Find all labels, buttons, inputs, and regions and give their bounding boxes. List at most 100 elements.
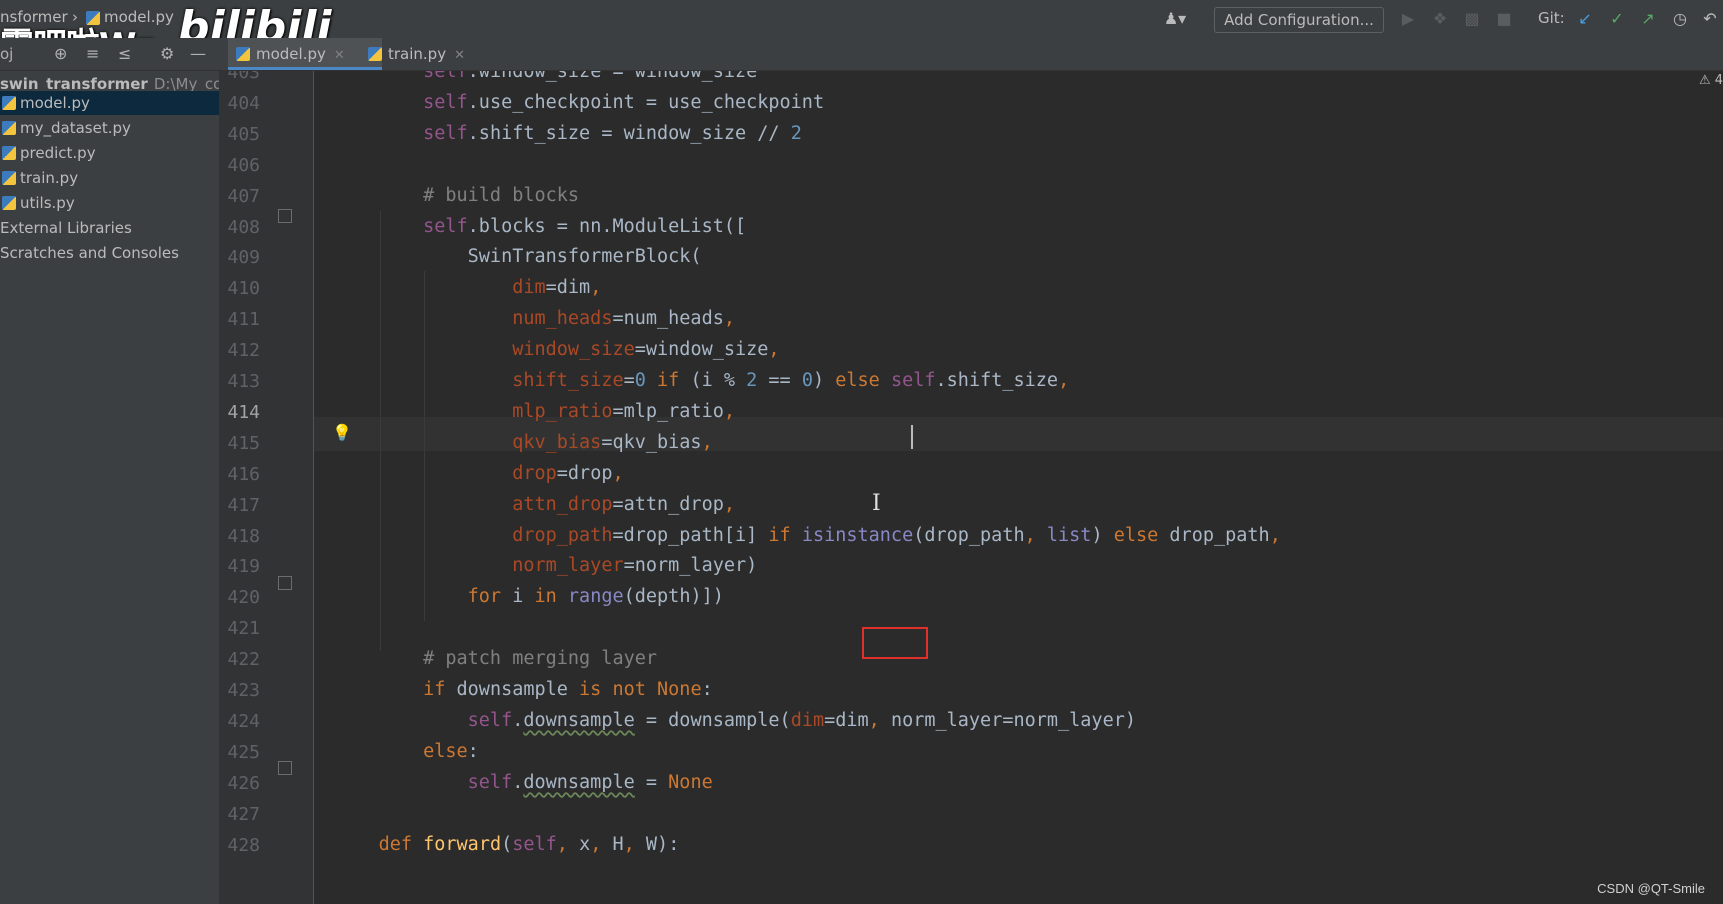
project-item[interactable]: my_dataset.py [0,116,219,140]
code-editor[interactable]: 403 404 405 406 407 408 409 410 411 412 413 414 415 4… [220,71,1723,904]
debug-icon[interactable]: ❖ [1430,9,1450,29]
line-number: 418 [227,525,260,547]
warning-indicator[interactable]: ⚠ 4 [1699,73,1723,88]
project-item-label: External Libraries [0,219,132,237]
project-panel: swin_transformerD:\My_code model.pymy_da… [0,71,220,904]
breadcrumb-file[interactable]: model.py [86,8,174,26]
line-number: 420 [227,587,260,609]
python-file-icon [2,121,16,135]
line-number: 407 [227,185,260,207]
csdn-watermark: CSDN @QT-Smile [1597,881,1705,896]
git-label: Git: [1538,9,1565,27]
line-number: 408 [227,216,260,238]
project-item[interactable]: train.py [0,166,219,190]
rollback-icon[interactable]: ↶ [1700,9,1720,29]
stop-icon[interactable]: ■ [1494,9,1514,29]
code-line[interactable]: num_heads=num_heads, [334,308,735,329]
code-line[interactable]: def forward(self, x, H, W): [334,834,680,855]
code-line[interactable]: if downsample is not None: [334,679,713,700]
code-line[interactable]: for i in range(depth)]) [334,586,724,607]
line-number: 410 [227,278,260,300]
project-item[interactable]: utils.py [0,191,219,215]
fold-marker-icon[interactable] [278,576,292,590]
line-number: 403 [227,71,260,83]
git-update-icon[interactable]: ↙ [1575,9,1595,29]
line-number: 423 [227,680,260,701]
python-file-icon [368,47,382,61]
code-line[interactable]: self.window_size = window_size [334,71,757,82]
python-file-icon [2,146,16,160]
line-number: 422 [227,649,260,671]
line-number: 415 [227,432,260,454]
project-item[interactable]: predict.py [0,141,219,165]
code-line[interactable]: # patch merging layer [334,648,657,669]
tab-model-py[interactable]: model.py ✕ [228,38,382,70]
close-icon[interactable]: ✕ [334,48,345,63]
depth-highlight-box [862,627,928,659]
gutter: 403 404 405 406 407 408 409 410 411 412 413 414 415 4… [220,71,314,904]
run-icon[interactable]: ▶ [1398,9,1418,29]
user-account-icon[interactable]: ♟▾ [1158,9,1192,29]
line-number: 406 [227,154,260,176]
gutter-divider [313,71,314,904]
code-line[interactable]: shift_size=0 if (i % 2 == 0) else self.s… [334,370,1069,391]
code-line[interactable]: mlp_ratio=mlp_ratio, [334,401,735,422]
project-item[interactable]: model.py [0,91,219,115]
code-line[interactable]: self.downsample = downsample(dim=dim, no… [334,710,1136,731]
code-line[interactable]: qkv_bias=qkv_bias, [334,432,713,453]
code-line[interactable]: else: [334,741,479,762]
code-line[interactable]: self.shift_size = window_size // 2 [334,123,802,144]
line-number: 427 [227,803,260,825]
line-number: 419 [227,556,260,578]
fold-marker-icon[interactable] [278,761,292,775]
tab-label: model.py [256,45,326,63]
fold-marker-icon[interactable] [278,209,292,223]
collapse-all-icon[interactable]: ≡ [86,44,99,63]
close-icon[interactable]: ✕ [454,48,465,63]
code-line[interactable]: attn_drop=attn_drop, [334,494,735,515]
expand-icon[interactable]: ≤ [118,44,131,63]
warning-count: 4 [1714,73,1723,88]
project-tool-label[interactable]: oj [0,45,13,63]
tab-bar: oj ⊕ ≡ ≤ ⚙ — model.py ✕ train.py ✕ [0,38,1723,71]
mouse-ibeam-cursor-icon: I [872,491,881,516]
project-item[interactable]: Scratches and Consoles [0,241,219,265]
code-line[interactable]: SwinTransformerBlock( [334,246,702,267]
code-line[interactable]: self.downsample = None [334,772,713,793]
line-number: 404 [227,92,260,114]
git-history-icon[interactable]: ◷ [1670,9,1690,29]
project-item[interactable]: External Libraries [0,216,219,240]
tab-train-py[interactable]: train.py ✕ [360,38,498,70]
gear-icon[interactable]: ⚙ [160,44,174,63]
git-push-icon[interactable]: ↗ [1638,9,1658,29]
code-line[interactable]: window_size=window_size, [334,339,779,360]
project-item-label: Scratches and Consoles [0,244,179,262]
locate-icon[interactable]: ⊕ [54,44,67,63]
line-number: 409 [227,247,260,269]
code-line[interactable]: drop=drop, [334,463,623,484]
code-line[interactable]: # build blocks [334,185,579,206]
line-number: 417 [227,494,260,516]
hide-panel-icon[interactable]: — [190,44,206,63]
code-line[interactable]: dim=dim, [334,277,601,298]
code-line[interactable]: norm_layer=norm_layer) [334,555,757,576]
line-number: 405 [227,123,260,145]
line-number: 428 [227,834,260,856]
line-number: 416 [227,463,260,485]
indent-guide [424,271,425,621]
coverage-icon[interactable]: ▩ [1462,9,1482,29]
python-file-icon [2,171,16,185]
breadcrumb-project[interactable]: nsformer [0,8,68,26]
line-number: 424 [227,710,260,732]
line-number: 413 [227,371,260,392]
add-configuration-button[interactable]: Add Configuration... [1214,7,1384,33]
git-commit-icon[interactable]: ✓ [1607,9,1627,29]
code-line[interactable]: self.use_checkpoint = use_checkpoint [334,92,824,113]
lightbulb-icon[interactable]: 💡 [332,423,352,442]
line-number: 411 [227,309,260,331]
code-line[interactable]: self.blocks = nn.ModuleList([ [334,216,746,237]
python-file-icon [86,11,100,25]
python-file-icon [2,96,16,110]
code-line[interactable]: drop_path=drop_path[i] if isinstance(dro… [334,525,1281,546]
line-number: 421 [227,618,260,640]
